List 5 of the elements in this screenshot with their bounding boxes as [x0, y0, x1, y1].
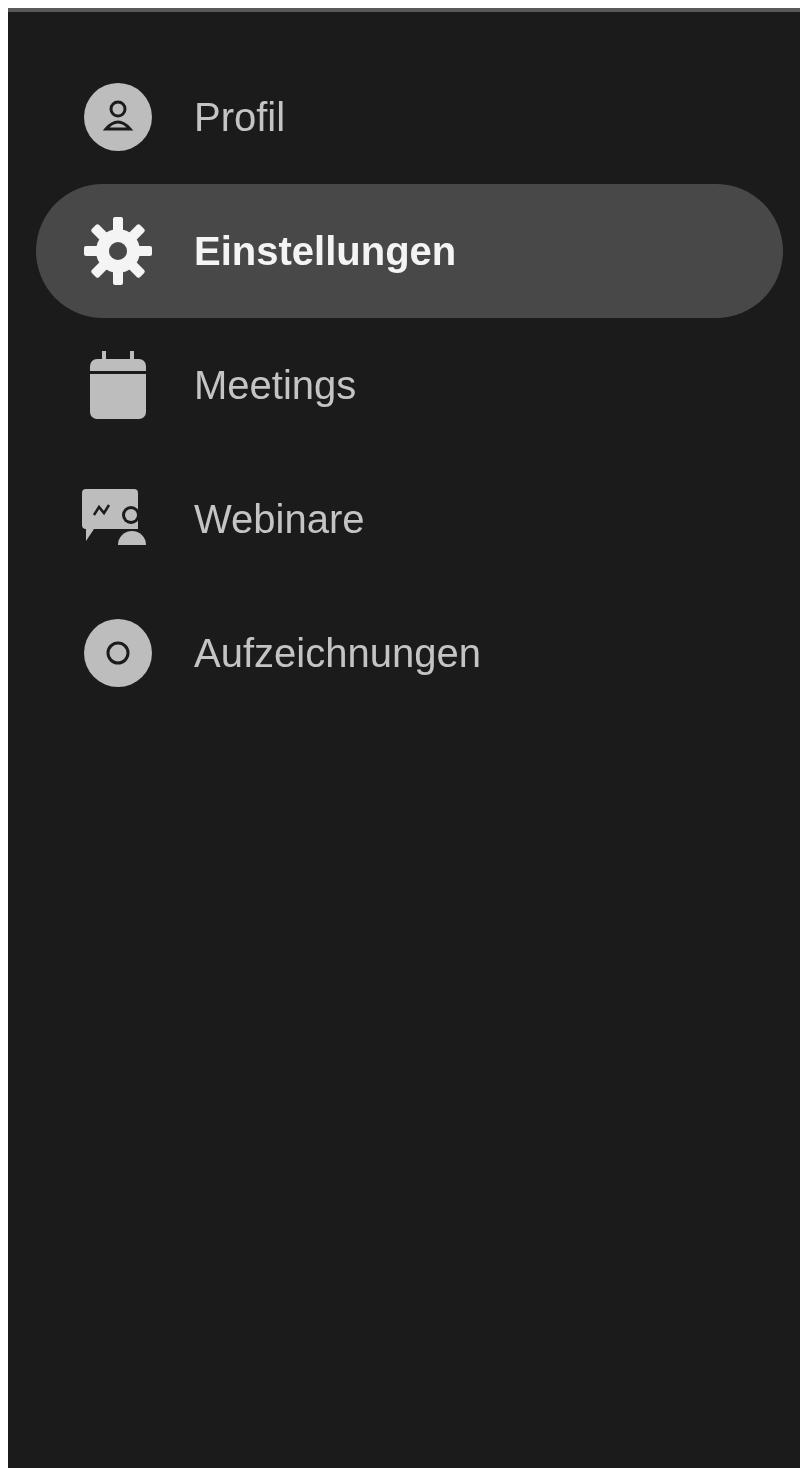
sidebar-item[interactable]: Webinare	[36, 452, 783, 586]
sidebar-item[interactable]: Profil	[36, 50, 783, 184]
sidebar-item[interactable]: Einstellungen	[36, 184, 783, 318]
sidebar-item[interactable]: Aufzeichnungen	[36, 586, 783, 720]
sidebar-item[interactable]: Meetings	[36, 318, 783, 452]
